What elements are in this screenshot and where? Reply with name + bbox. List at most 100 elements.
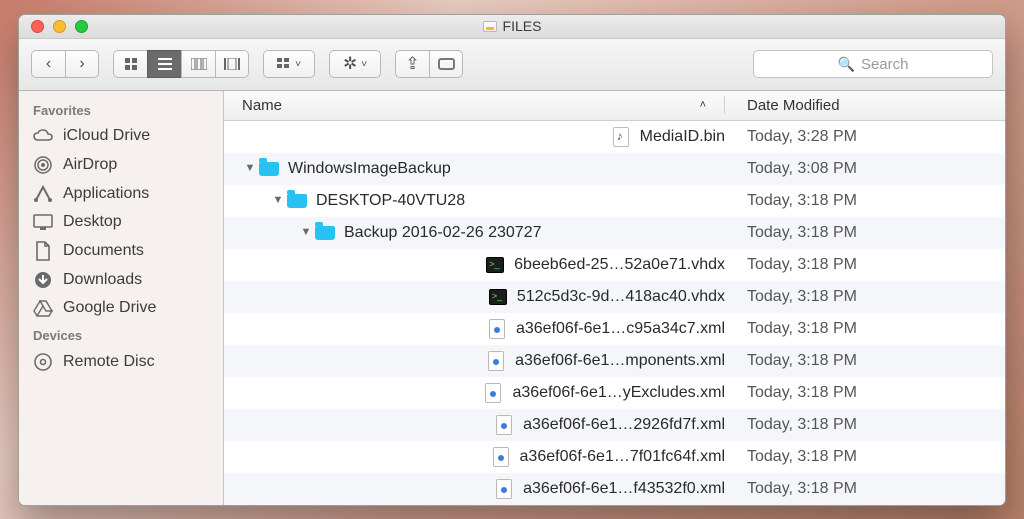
file-row[interactable]: a36ef06f-6e1…2926fd7f.xmlToday, 3:18 PM <box>224 409 1005 441</box>
file-row[interactable]: MediaID.binToday, 3:28 PM <box>224 121 1005 153</box>
file-date: Today, 3:18 PM <box>725 288 1005 306</box>
file-list-area: Name ˄ Date Modified MediaID.binToday, 3… <box>224 91 1005 505</box>
file-row[interactable]: Backup 2016-02-26 230727 Today, 3:18 PM <box>224 217 1005 249</box>
sidebar-item-label: Remote Disc <box>63 353 155 371</box>
file-name: a36ef06f-6e1…7f01fc64f.xml <box>520 448 725 466</box>
sidebar-item-gdrive[interactable]: Google Drive <box>19 294 223 322</box>
sidebar-item-desktop[interactable]: Desktop <box>19 208 223 236</box>
remotedisc-icon <box>33 352 53 372</box>
column-headers: Name ˄ Date Modified <box>224 91 1005 121</box>
sidebar-devices-header: Devices <box>19 322 223 347</box>
file-date: Today, 3:18 PM <box>725 448 1005 466</box>
xml-icon <box>490 446 512 468</box>
file-name: a36ef06f-6e1…2926fd7f.xml <box>523 416 725 434</box>
view-gallery-button[interactable] <box>215 50 249 78</box>
arrange-icon <box>277 58 291 70</box>
file-row[interactable]: WindowsImageBackupToday, 3:08 PM <box>224 153 1005 185</box>
file-row[interactable]: a36ef06f-6e1…f43532f0.xmlToday, 3:18 PM <box>224 473 1005 505</box>
file-name: DESKTOP-40VTU28 <box>316 192 465 210</box>
file-date: Today, 3:18 PM <box>725 416 1005 434</box>
file-row[interactable]: a36ef06f-6e1…7f01fc64f.xmlToday, 3:18 PM <box>224 441 1005 473</box>
action-button[interactable]: ✲ ˅ <box>329 50 381 78</box>
file-row[interactable]: 512c5d3c-9d…418ac40.vhdxToday, 3:18 PM <box>224 281 1005 313</box>
share-tags-segment <box>395 50 463 78</box>
sidebar-item-remotedisc[interactable]: Remote Disc <box>19 347 223 377</box>
sidebar-item-documents[interactable]: Documents <box>19 236 223 266</box>
xml-icon <box>482 382 504 404</box>
arrange-segment: ˅ <box>263 50 315 78</box>
view-columns-button[interactable] <box>181 50 215 78</box>
search-icon: 🔍 <box>838 56 855 73</box>
finder-window: FILES ‹ › ˅ <box>18 14 1006 506</box>
file-name: 6beeb6ed-25…52a0e71.vhdx <box>514 256 725 274</box>
file-name: 512c5d3c-9d…418ac40.vhdx <box>517 288 725 306</box>
file-row[interactable]: DESKTOP-40VTU28 Today, 3:18 PM <box>224 185 1005 217</box>
file-name: Backup 2016-02-26 230727 <box>344 224 542 242</box>
folder-icon <box>286 190 308 212</box>
bin-icon <box>610 126 632 148</box>
apps-icon <box>33 185 53 203</box>
search-field[interactable]: 🔍 Search <box>753 50 993 78</box>
list-icon <box>158 58 172 70</box>
file-date: Today, 3:18 PM <box>725 384 1005 402</box>
folder-icon <box>314 222 336 244</box>
view-list-button[interactable] <box>147 50 181 78</box>
column-date-header[interactable]: Date Modified <box>725 97 1005 114</box>
window-title: FILES <box>19 18 1005 34</box>
gear-icon: ✲ <box>343 54 357 74</box>
xml-icon <box>486 318 508 340</box>
file-row[interactable]: a36ef06f-6e1…yExcludes.xmlToday, 3:18 PM <box>224 377 1005 409</box>
file-date: Today, 3:18 PM <box>725 224 1005 242</box>
disclosure-triangle-icon[interactable] <box>298 226 314 238</box>
arrange-button[interactable]: ˅ <box>263 50 315 78</box>
file-date: Today, 3:18 PM <box>725 320 1005 338</box>
file-date: Today, 3:18 PM <box>725 352 1005 370</box>
file-row[interactable]: a36ef06f-6e1…mponents.xmlToday, 3:18 PM <box>224 345 1005 377</box>
view-icons-button[interactable] <box>113 50 147 78</box>
sidebar-item-airdrop[interactable]: AirDrop <box>19 150 223 180</box>
file-name: a36ef06f-6e1…yExcludes.xml <box>512 384 725 402</box>
file-name: a36ef06f-6e1…mponents.xml <box>515 352 725 370</box>
file-name: WindowsImageBackup <box>288 160 451 178</box>
file-row[interactable]: 6beeb6ed-25…52a0e71.vhdxToday, 3:18 PM <box>224 249 1005 281</box>
file-date: Today, 3:18 PM <box>725 480 1005 498</box>
documents-icon <box>33 241 53 261</box>
vhdx-icon <box>487 286 509 308</box>
search-placeholder: Search <box>861 56 909 73</box>
view-mode-segment <box>113 50 249 78</box>
sidebar-item-label: Downloads <box>63 271 142 289</box>
share-button[interactable] <box>395 50 429 78</box>
airdrop-icon <box>33 155 53 175</box>
file-name: MediaID.bin <box>640 128 725 146</box>
column-name-header[interactable]: Name ˄ <box>224 97 724 114</box>
cloud-icon <box>33 129 53 143</box>
volume-icon <box>483 21 497 32</box>
tag-icon <box>438 58 455 70</box>
file-row[interactable]: a36ef06f-6e1…c95a34c7.xmlToday, 3:18 PM <box>224 313 1005 345</box>
xml-icon <box>493 414 515 436</box>
sidebar-item-label: Google Drive <box>63 299 156 317</box>
sidebar-favorites-header: Favorites <box>19 97 223 122</box>
titlebar: FILES <box>19 15 1005 39</box>
tags-button[interactable] <box>429 50 463 78</box>
sidebar-item-apps[interactable]: Applications <box>19 180 223 208</box>
back-button[interactable]: ‹ <box>31 50 65 78</box>
action-segment: ✲ ˅ <box>329 50 381 78</box>
sidebar-item-downloads[interactable]: Downloads <box>19 266 223 294</box>
disclosure-triangle-icon[interactable] <box>270 194 286 206</box>
desktop-icon <box>33 214 53 230</box>
xml-icon <box>493 478 515 500</box>
vhdx-icon <box>484 254 506 276</box>
file-name: a36ef06f-6e1…f43532f0.xml <box>523 480 725 498</box>
sidebar-item-cloud[interactable]: iCloud Drive <box>19 122 223 150</box>
file-name: a36ef06f-6e1…c95a34c7.xml <box>516 320 725 338</box>
file-rows: MediaID.binToday, 3:28 PMWindowsImageBac… <box>224 121 1005 505</box>
forward-button[interactable]: › <box>65 50 99 78</box>
file-date: Today, 3:18 PM <box>725 256 1005 274</box>
gallery-icon <box>224 58 240 70</box>
xml-icon <box>485 350 507 372</box>
gdrive-icon <box>33 299 53 317</box>
file-date: Today, 3:18 PM <box>725 192 1005 210</box>
disclosure-triangle-icon[interactable] <box>242 162 258 174</box>
column-date-label: Date Modified <box>747 97 840 114</box>
